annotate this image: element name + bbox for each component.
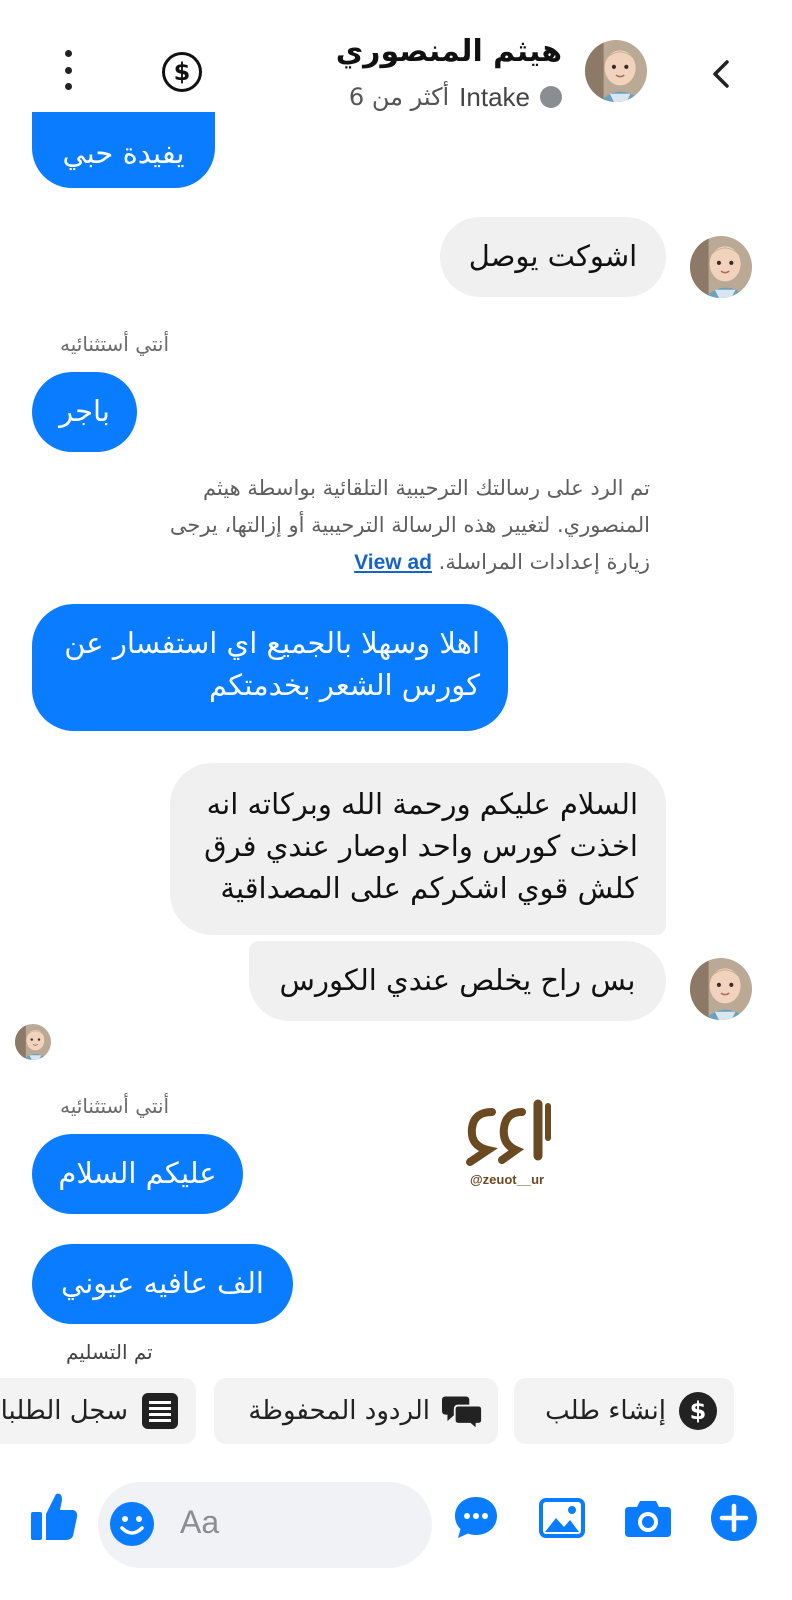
contact-avatar[interactable] <box>585 40 647 102</box>
more-actions-button[interactable] <box>710 1494 758 1542</box>
smiley-icon <box>110 1502 154 1546</box>
message-incoming[interactable]: اشوكت يوصل <box>440 217 666 297</box>
image-icon <box>539 1498 585 1538</box>
svg-text:$: $ <box>690 1397 707 1425</box>
message-text: بس راح يخلص عندي الكورس <box>279 963 636 997</box>
message-outgoing[interactable]: اهلا وسهلا بالجميع اي استفسار عن كورس ال… <box>32 604 508 731</box>
dot <box>64 66 72 74</box>
message-outgoing[interactable]: عليكم السلام <box>32 1134 243 1214</box>
watermark: @zeuot__ur <box>462 1098 562 1188</box>
view-ad-link[interactable]: View ad <box>354 551 432 574</box>
chat-bubbles-icon <box>442 1391 482 1431</box>
chat-options-button[interactable] <box>452 1494 500 1542</box>
message-text: الف عافيه عيوني <box>61 1266 264 1300</box>
more-options-button[interactable] <box>58 50 78 90</box>
message-line: اخذت كورس واحد اوصار عندي فرق <box>204 829 638 864</box>
input-placeholder: Aa <box>180 1504 220 1540</box>
contact-name[interactable]: هيثم المنصوري <box>336 34 562 69</box>
message-text: باجر <box>59 394 110 428</box>
message-input[interactable]: Aa <box>98 1482 432 1568</box>
quick-reply-saved-replies[interactable]: الردود المحفوظة <box>214 1378 498 1444</box>
status-label: Intake <box>459 81 530 112</box>
status-dot <box>540 86 562 108</box>
message-text: يفيدة حبي <box>62 136 185 170</box>
chevron-left-icon <box>713 60 729 88</box>
contact-avatar[interactable] <box>690 236 752 298</box>
watermark-handle: @zeuot__ur <box>470 1172 545 1187</box>
chip-label: إنشاء طلب <box>545 1396 666 1426</box>
quick-reply-order-history[interactable]: سجل الطلبات <box>0 1378 196 1444</box>
sender-label: أنتي أستثنائيه <box>60 1094 170 1118</box>
message-line: اهلا وسهلا بالجميع اي استفسار عن <box>64 626 480 660</box>
camera-icon <box>625 1501 671 1537</box>
delivered-status: تم التسليم <box>66 1340 153 1364</box>
message-outgoing[interactable]: باجر <box>32 372 137 452</box>
seen-avatar <box>15 1024 51 1060</box>
dot <box>64 50 72 57</box>
like-button[interactable] <box>28 1488 80 1544</box>
message-incoming[interactable]: بس راح يخلص عندي الكورس <box>249 941 666 1021</box>
dot <box>64 83 72 90</box>
quick-reply-create-order[interactable]: $ إنشاء طلب <box>514 1378 734 1444</box>
message-text: اشوكت يوصل <box>468 239 638 273</box>
message-text: عليكم السلام <box>58 1156 217 1190</box>
contact-avatar[interactable] <box>690 958 752 1020</box>
chat-bubble-icon <box>455 1497 497 1538</box>
chip-label: سجل الطلبات <box>0 1396 128 1426</box>
dollar-icon: $ <box>173 58 191 86</box>
payment-button[interactable]: $ <box>162 52 202 92</box>
status-time: أكثر من 6 <box>348 83 450 111</box>
sender-label: أنتي أستثنائيه <box>60 332 170 356</box>
message-incoming[interactable]: السلام عليكم ورحمة الله وبركاته انه اخذت… <box>170 763 666 935</box>
contact-status: Intake أكثر من 6 <box>349 80 562 114</box>
message-outgoing[interactable]: يفيدة حبي <box>32 112 215 188</box>
watermark-logo <box>466 1099 551 1166</box>
list-icon <box>140 1391 180 1431</box>
dollar-circle-icon: $ <box>678 1391 718 1431</box>
thumbs-up-icon <box>31 1493 78 1540</box>
message-line: كورس الشعر بخدمتكم <box>209 668 480 703</box>
system-note: تم الرد على رسالتك الترحيبية التلقائية ب… <box>130 470 650 581</box>
gallery-button[interactable] <box>538 1494 586 1542</box>
back-button[interactable] <box>700 52 744 96</box>
chip-label: الردود المحفوظة <box>248 1396 430 1426</box>
emoji-button[interactable] <box>108 1500 156 1548</box>
camera-button[interactable] <box>624 1494 672 1542</box>
message-line: كلش قوي اشكركم على المصداقية <box>220 871 638 906</box>
message-line: السلام عليكم ورحمة الله وبركاته انه <box>206 787 638 821</box>
plus-icon <box>711 1495 757 1541</box>
message-outgoing[interactable]: الف عافيه عيوني <box>32 1244 293 1324</box>
composer: Aa <box>0 1470 792 1600</box>
